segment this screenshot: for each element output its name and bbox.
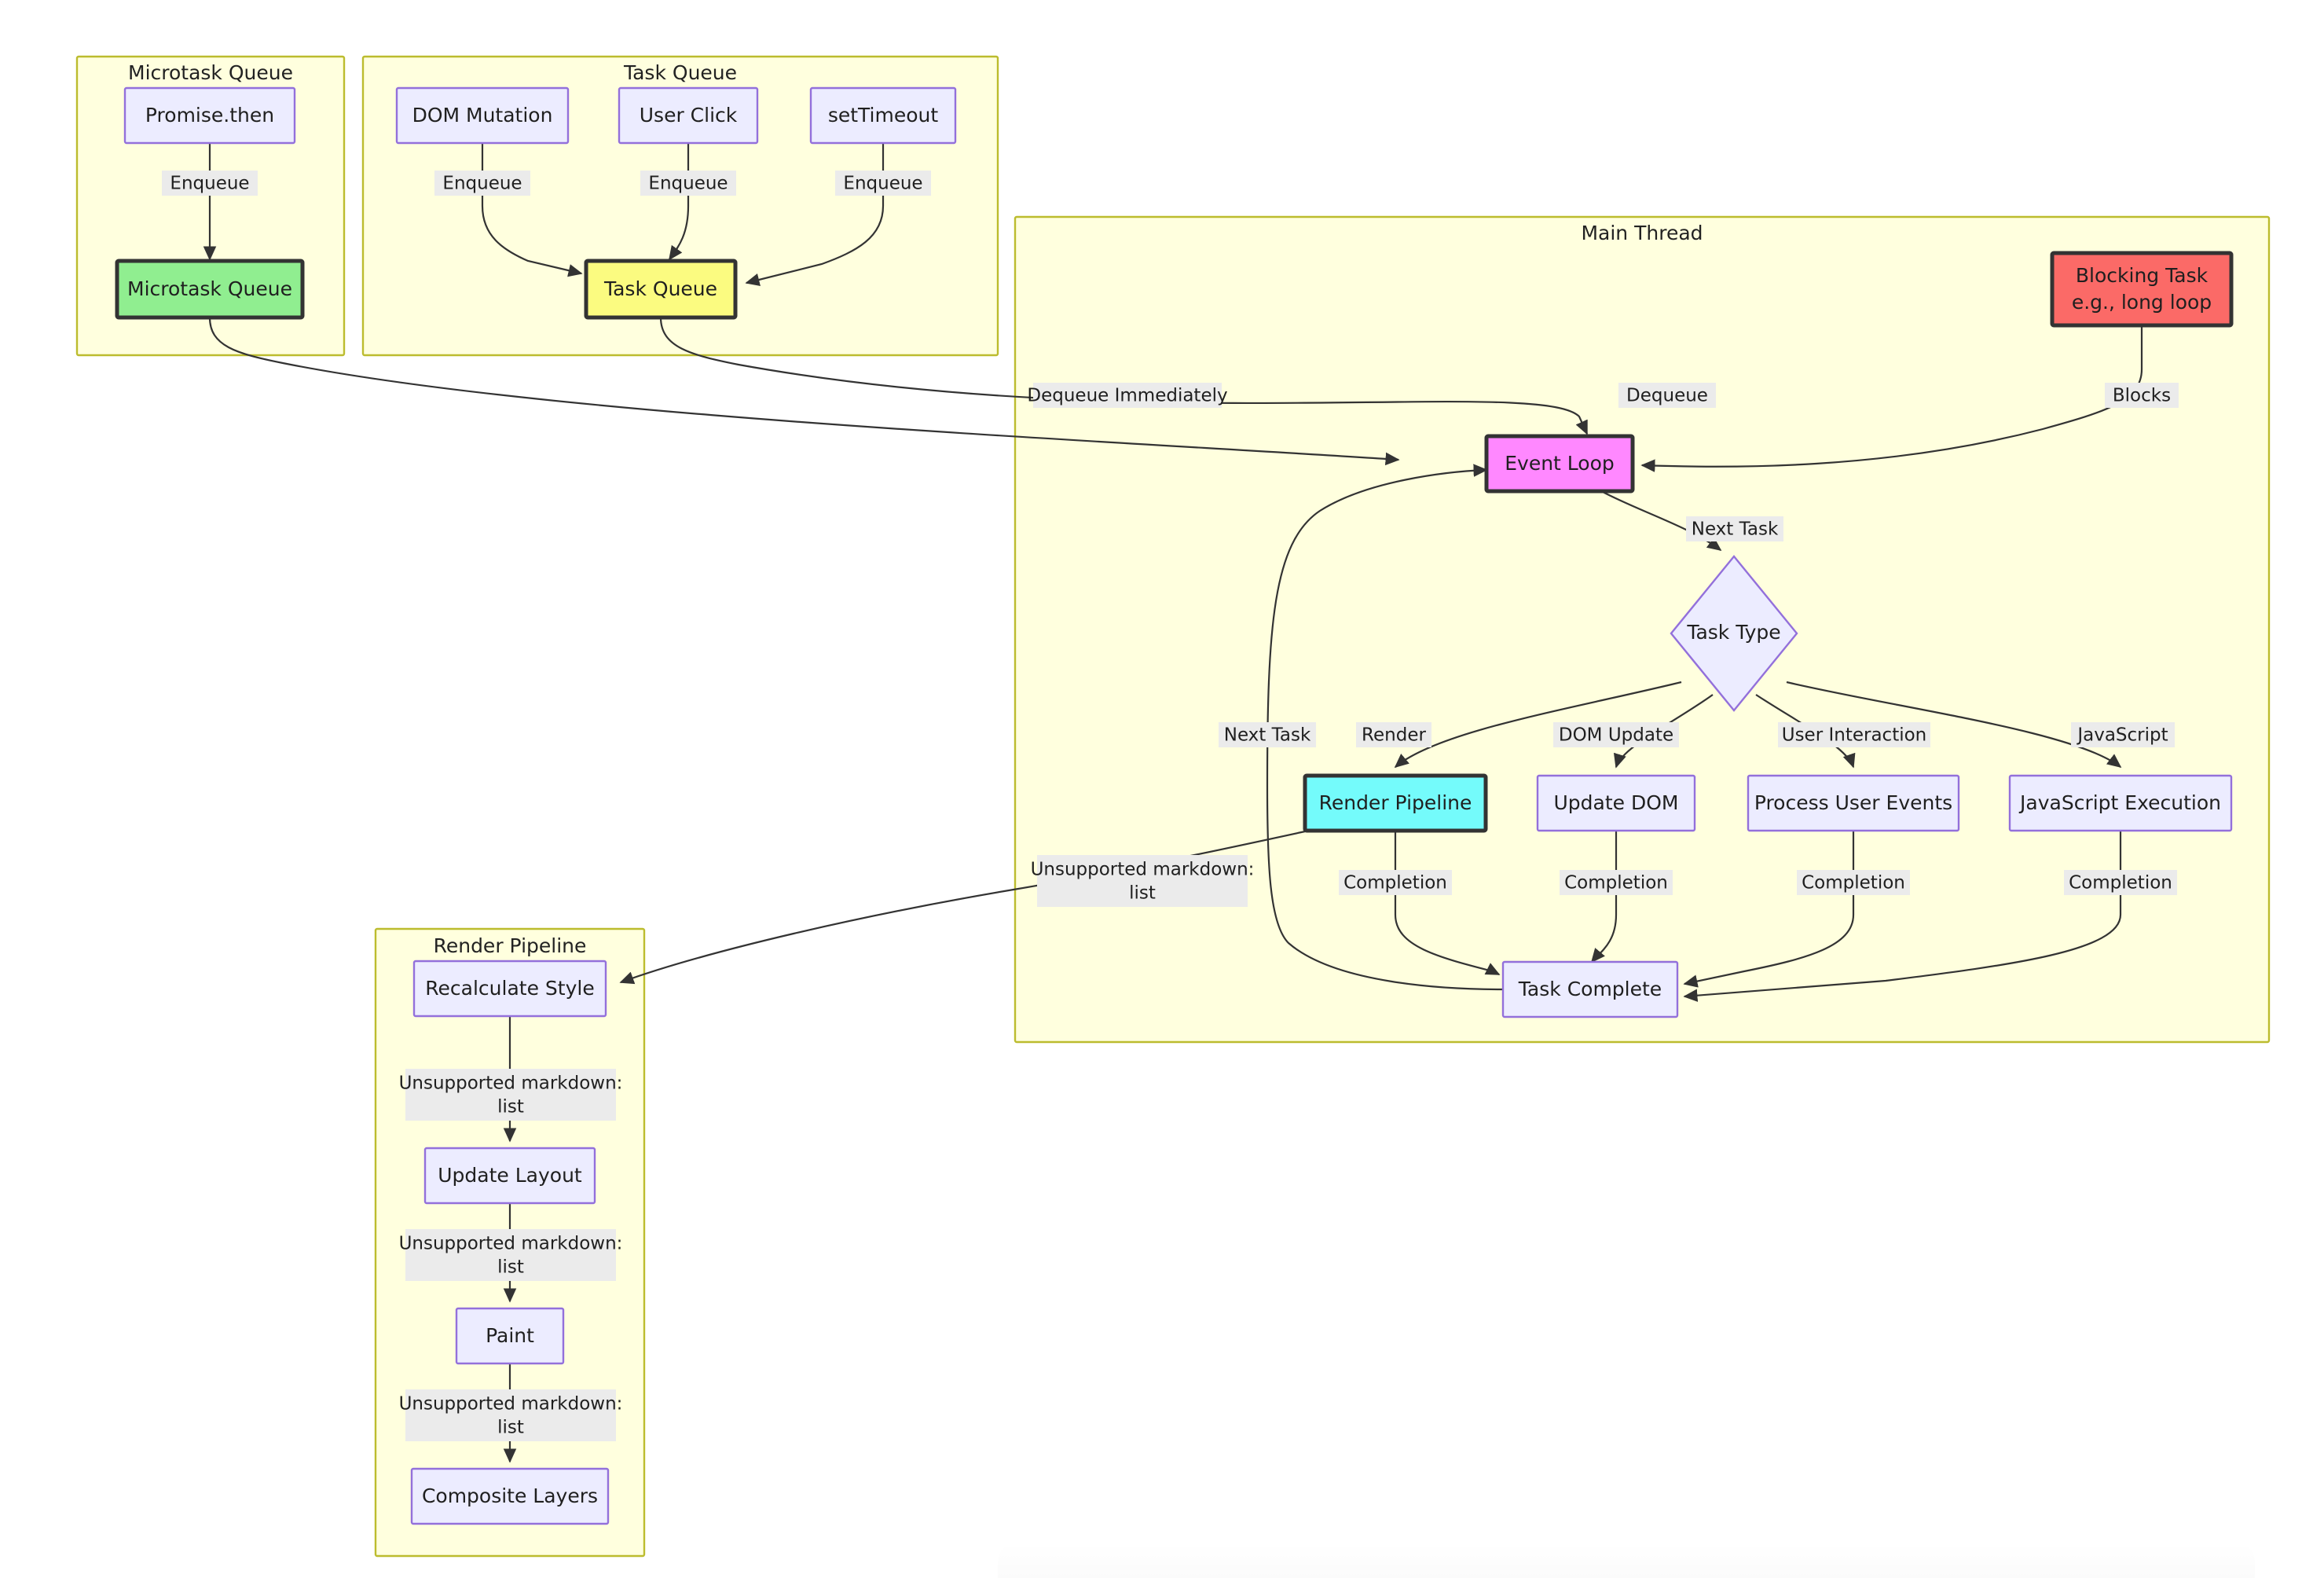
node-label-blocking-task: Blocking Task (2076, 264, 2209, 287)
cluster-title-task-queue: Task Queue (623, 61, 737, 84)
edge-label-text-line2: list (497, 1257, 524, 1278)
edge-label-text: Enqueue (170, 174, 249, 194)
node-label-set-timeout: setTimeout (828, 104, 939, 127)
edge-label-text: Enqueue (442, 174, 522, 194)
edge-label-text: Dequeue (1626, 386, 1708, 406)
node-label-task-complete: Task Complete (1518, 978, 1662, 1000)
edge-label-enqueue-4: Enqueue (835, 171, 931, 196)
edge-label-unsupported-markdown-3: Unsupported markdown: list (399, 1389, 623, 1441)
edge-label-user-interaction: User Interaction (1778, 722, 1930, 747)
node-recalculate-style[interactable]: Recalculate Style (412, 960, 607, 1018)
edge-label-next-task-left: Next Task (1219, 722, 1316, 747)
edge-label-text: Completion (2069, 873, 2172, 894)
edge-label-text: Blocks (2113, 386, 2171, 406)
edge-label-text: JavaScript (2076, 725, 2168, 746)
edge-label-unsupported-markdown-1: Unsupported markdown: list (399, 1069, 623, 1121)
edge-label-text: Unsupported markdown: (399, 1394, 623, 1415)
node-promise-then[interactable]: Promise.then (123, 86, 296, 145)
node-label-recalculate-style: Recalculate Style (425, 977, 594, 1000)
node-label-user-click: User Click (640, 104, 738, 127)
node-blocking-task[interactable]: Blocking Task e.g., long loop (2050, 251, 2234, 328)
edge-label-enqueue-2: Enqueue (434, 171, 530, 196)
edge-label-text: Completion (1343, 873, 1447, 894)
node-label-promise-then: Promise.then (145, 104, 274, 127)
edge-label-completion-3: Completion (1797, 870, 1910, 895)
edge-label-text: Unsupported markdown: (399, 1234, 623, 1254)
edge-label-next-task-right: Next Task (1686, 516, 1783, 541)
edge-label-enqueue-3: Enqueue (640, 171, 736, 196)
cluster-main-thread: Main Thread (1014, 215, 2271, 1044)
node-update-dom[interactable]: Update DOM (1536, 774, 1696, 832)
edge-label-text: Completion (1802, 873, 1905, 894)
edge-label-completion-2: Completion (1560, 870, 1673, 895)
edge-label-text: Enqueue (843, 174, 922, 194)
node-label-paint: Paint (486, 1324, 534, 1347)
edge-label-text: Render (1362, 725, 1426, 746)
node-label-update-dom: Update DOM (1554, 791, 1679, 814)
edge-label-text-line2: list (1129, 883, 1156, 904)
edge-label-unsupported-markdown-render: Unsupported markdown: list (1031, 855, 1255, 907)
edge-label-render: Render (1356, 722, 1431, 747)
edge-label-completion-4: Completion (2064, 870, 2177, 895)
node-label-task-type: Task Type (1686, 621, 1780, 644)
node-event-loop[interactable]: Event Loop (1484, 434, 1635, 494)
edge-label-text: Unsupported markdown: (1031, 860, 1255, 880)
node-label-task-queue: Task Queue (603, 277, 717, 300)
edge-label-enqueue-1: Enqueue (162, 171, 258, 196)
node-label-render-pipeline: Render Pipeline (1319, 791, 1472, 814)
node-javascript-execution[interactable]: JavaScript Execution (2008, 774, 2233, 832)
node-label-javascript-execution: JavaScript Execution (2018, 791, 2221, 814)
cluster-title-main-thread: Main Thread (1581, 222, 1703, 244)
node-label-event-loop: Event Loop (1505, 452, 1615, 475)
edge-label-text: Enqueue (648, 174, 728, 194)
node-paint[interactable]: Paint (455, 1307, 565, 1365)
edge-label-text: Dequeue Immediately (1027, 386, 1227, 406)
edge-label-text: Unsupported markdown: (399, 1073, 623, 1094)
edge-label-dequeue-immediately: Dequeue Immediately (1027, 383, 1228, 408)
node-label-microtask-queue: Microtask Queue (127, 277, 292, 300)
node-label-composite-layers: Composite Layers (422, 1484, 598, 1507)
node-user-click[interactable]: User Click (618, 86, 759, 145)
edge-label-text-line2: list (497, 1097, 524, 1117)
edge-label-dom-update: DOM Update (1553, 722, 1679, 747)
edge-label-blocks: Blocks (2105, 383, 2179, 408)
edge-label-javascript: JavaScript (2071, 722, 2175, 747)
cluster-title-render-pipeline: Render Pipeline (434, 934, 587, 957)
node-task-queue[interactable]: Task Queue (584, 259, 738, 320)
edge-label-text: Next Task (1224, 725, 1311, 746)
cluster-title-microtask-queue: Microtask Queue (128, 61, 293, 84)
edge-label-dequeue: Dequeue (1618, 383, 1716, 408)
edge-label-text: Next Task (1692, 519, 1779, 540)
flowchart-svg: Microtask Queue Task Queue Main Thread R… (75, 55, 2271, 1558)
node-update-layout[interactable]: Update Layout (423, 1147, 596, 1205)
node-label-blocking-task-line2: e.g., long loop (2072, 291, 2212, 314)
node-process-user-events[interactable]: Process User Events (1747, 774, 1960, 832)
edge-label-text-line2: list (497, 1418, 524, 1438)
edge-label-completion-1: Completion (1339, 870, 1452, 895)
node-label-update-layout: Update Layout (438, 1164, 582, 1187)
node-microtask-queue[interactable]: Microtask Queue (115, 259, 305, 320)
node-label-dom-mutation: DOM Mutation (412, 104, 553, 127)
node-composite-layers[interactable]: Composite Layers (410, 1467, 610, 1525)
node-label-process-user-events: Process User Events (1754, 791, 1952, 814)
edge-label-text: Completion (1564, 873, 1668, 894)
edge-label-text: DOM Update (1559, 725, 1673, 746)
node-set-timeout[interactable]: setTimeout (809, 86, 957, 145)
cluster-rect-main-thread (1014, 215, 2271, 1044)
node-task-complete[interactable]: Task Complete (1501, 960, 1679, 1018)
node-dom-mutation[interactable]: DOM Mutation (395, 86, 570, 145)
edge-label-text: User Interaction (1782, 725, 1927, 746)
node-render-pipeline[interactable]: Render Pipeline (1303, 773, 1488, 833)
edge-label-unsupported-markdown-2: Unsupported markdown: list (399, 1229, 623, 1281)
diagram-canvas: Microtask Queue Task Queue Main Thread R… (0, 0, 2324, 1578)
